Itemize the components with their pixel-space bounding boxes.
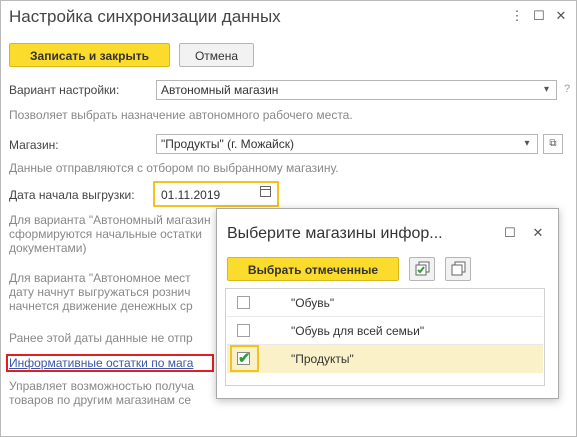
help-text-line-7: Ранее этой даты данные не отпр (9, 331, 193, 345)
select-checked-button[interactable]: Выбрать отмеченные (227, 257, 399, 281)
list-item[interactable]: "Обувь" (227, 289, 543, 317)
help-text-line-3: документами) (9, 241, 87, 255)
store-open-icon[interactable]: ⧉ (543, 134, 563, 154)
window-title: Настройка синхронизации данных (9, 7, 281, 26)
store-dropdown-icon[interactable]: ▾ (517, 134, 537, 154)
close-icon[interactable]: ✕ (553, 8, 569, 24)
list-item-selected[interactable]: ✔ "Продукты" (227, 345, 543, 373)
dialog-maximize-icon[interactable]: ☐ (502, 225, 518, 241)
dialog-title: Выберите магазины инфор... (227, 225, 443, 242)
cancel-button[interactable]: Отмена (179, 43, 254, 67)
info-hint-line-1: Управляет возможностью получа (9, 379, 194, 393)
help-text-line-6: начнется движение денежных ср (9, 299, 193, 313)
variant-hint: Позволяет выбрать назначение автономного… (9, 108, 353, 122)
uncheck-all-icon (451, 261, 466, 276)
store-hint: Данные отправляются с отбором по выбранн… (9, 161, 339, 175)
variant-label: Вариант настройки: (9, 83, 120, 97)
maximize-icon[interactable]: ☐ (531, 8, 547, 24)
save-and-close-button[interactable]: Записать и закрыть (9, 43, 170, 67)
item-checkbox[interactable]: ✔ (237, 350, 251, 367)
dialog-close-icon[interactable]: ✕ (530, 225, 546, 241)
item-label: "Обувь для всей семьи" (291, 324, 425, 338)
store-field[interactable]: "Продукты" (г. Можайск) (156, 134, 538, 154)
uncheck-all-button[interactable] (445, 257, 471, 281)
date-label: Дата начала выгрузки: (9, 188, 135, 202)
info-hint-line-2: товаров по другим магазинам се (9, 393, 192, 407)
variant-dropdown-icon[interactable]: ▾ (537, 80, 557, 100)
help-text-line-4: Для варианта "Автономное мест (9, 271, 191, 285)
store-label: Магазин: (9, 138, 59, 152)
help-text-line-1: Для варианта "Автономный магазин (9, 213, 211, 227)
help-text-line-2: сформируются начальные остатки (9, 227, 203, 241)
calendar-icon[interactable] (260, 186, 271, 197)
item-label: "Продукты" (291, 352, 354, 366)
help-text-line-5: дату начнут выгружаться рознич (9, 285, 191, 299)
item-label: "Обувь" (291, 296, 335, 310)
list-item[interactable]: "Обувь для всей семьи" (227, 317, 543, 345)
check-all-button[interactable] (409, 257, 435, 281)
item-checkbox[interactable] (237, 296, 250, 309)
more-icon[interactable]: ⋮ (509, 8, 525, 24)
variant-help-icon[interactable]: ? (564, 83, 570, 95)
variant-field[interactable]: Автономный магазин (156, 80, 538, 100)
check-icon: ✔ (238, 350, 251, 367)
select-stores-dialog: Выберите магазины инфор... ☐ ✕ Выбрать о… (216, 208, 559, 399)
check-all-icon (415, 261, 430, 276)
info-balances-link[interactable]: Информативные остатки по мага (9, 356, 193, 370)
item-checkbox[interactable] (237, 324, 250, 337)
